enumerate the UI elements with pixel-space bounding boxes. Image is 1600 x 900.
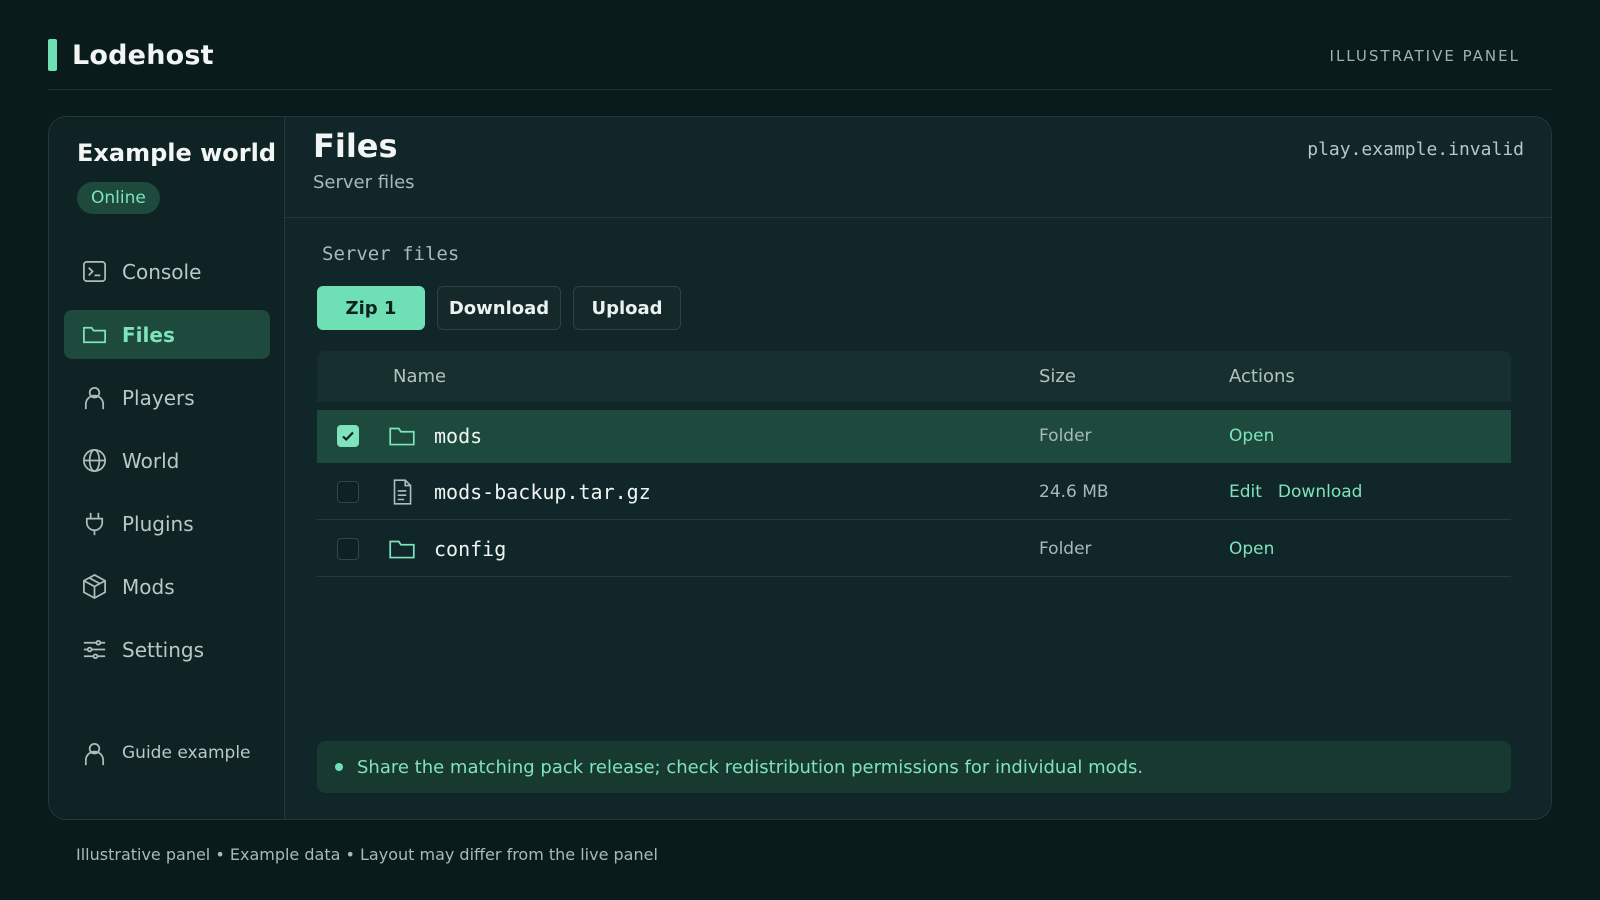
panel-tagline: ILLUSTRATIVE PANEL <box>1329 47 1520 65</box>
open-link[interactable]: Open <box>1229 539 1274 559</box>
row-checkbox[interactable] <box>337 481 359 503</box>
page-title: Files <box>313 127 398 165</box>
info-notice: Share the matching pack release; check r… <box>317 741 1511 793</box>
file-size: 24.6 MB <box>1039 482 1109 502</box>
file-toolbar: Zip 1 Download Upload <box>317 286 693 330</box>
table-row[interactable]: mods Folder Open <box>317 410 1511 463</box>
check-icon <box>342 431 354 442</box>
folder-icon <box>387 421 417 451</box>
terminal-icon <box>80 258 108 286</box>
sidebar-item-label: Players <box>122 385 195 410</box>
row-checkbox[interactable] <box>337 425 359 447</box>
table-row[interactable]: config Folder Open <box>317 522 1511 577</box>
file-size: Folder <box>1039 539 1092 559</box>
row-actions: Open <box>1229 426 1511 446</box>
server-address[interactable]: play.example.invalid <box>1307 139 1524 160</box>
account-menu[interactable]: Guide example <box>80 739 251 767</box>
notice-text: Share the matching pack release; check r… <box>357 756 1144 778</box>
user-icon <box>80 384 108 412</box>
folder-icon <box>80 321 108 349</box>
edit-link[interactable]: Edit <box>1229 482 1262 502</box>
page-header: Files Server files play.example.invalid <box>285 117 1551 218</box>
sidebar-item-label: World <box>122 448 180 473</box>
sidebar-item-label: Console <box>122 259 202 284</box>
file-name-cell: mods-backup.tar.gz <box>393 477 1039 507</box>
folder-icon <box>387 534 417 564</box>
sidebar-item-label: Mods <box>122 574 175 599</box>
sidebar-item-console[interactable]: Console <box>64 247 270 296</box>
column-size[interactable]: Size <box>1039 366 1229 387</box>
sidebar-item-settings[interactable]: Settings <box>64 625 270 674</box>
sliders-icon <box>80 636 108 664</box>
content-area: Files Server files play.example.invalid … <box>285 117 1551 819</box>
column-name[interactable]: Name <box>393 366 1039 387</box>
file-name-cell: config <box>389 534 1039 564</box>
section-label: Server files <box>322 243 460 265</box>
download-button[interactable]: Download <box>437 286 561 330</box>
page-subtitle: Server files <box>313 172 415 193</box>
sidebar-item-label: Files <box>122 322 175 347</box>
row-checkbox[interactable] <box>337 538 359 560</box>
plug-icon <box>80 510 108 538</box>
account-name: Guide example <box>122 743 251 763</box>
main-panel: Example world Online Console Files Playe… <box>48 116 1552 820</box>
footer-note: Illustrative panel • Example data • Layo… <box>76 845 658 864</box>
zip-button[interactable]: Zip 1 <box>317 286 425 330</box>
sidebar: Example world Online Console Files Playe… <box>49 117 285 819</box>
brand-mark <box>48 39 57 71</box>
row-actions: Edit Download <box>1229 482 1511 502</box>
table-row[interactable]: mods-backup.tar.gz 24.6 MB Edit Download <box>317 465 1511 520</box>
sidebar-item-files[interactable]: Files <box>64 310 270 359</box>
row-select-cell <box>317 538 393 560</box>
file-name[interactable]: mods-backup.tar.gz <box>434 480 651 504</box>
sidebar-item-world[interactable]: World <box>64 436 270 485</box>
status-badge: Online <box>77 182 160 214</box>
sidebar-item-label: Settings <box>122 637 205 662</box>
sidebar-nav: Console Files Players World Plugins Mods… <box>64 247 270 688</box>
brand-name: Lodehost <box>72 39 214 71</box>
sidebar-item-plugins[interactable]: Plugins <box>64 499 270 548</box>
server-name: Example world <box>77 139 277 167</box>
row-select-cell <box>317 481 393 503</box>
row-select-cell <box>317 425 393 447</box>
download-link[interactable]: Download <box>1278 482 1363 502</box>
file-name-cell: mods <box>389 421 1039 451</box>
top-bar: Lodehost ILLUSTRATIVE PANEL <box>48 38 1552 90</box>
open-link[interactable]: Open <box>1229 426 1274 446</box>
sidebar-item-mods[interactable]: Mods <box>64 562 270 611</box>
row-actions: Open <box>1229 539 1511 559</box>
globe-icon <box>80 447 108 475</box>
column-actions: Actions <box>1229 366 1295 387</box>
cube-icon <box>80 573 108 601</box>
brand: Lodehost <box>48 38 214 72</box>
file-name[interactable]: mods <box>434 424 482 448</box>
upload-button[interactable]: Upload <box>573 286 681 330</box>
file-icon <box>387 477 417 507</box>
user-icon <box>80 739 108 767</box>
sidebar-item-players[interactable]: Players <box>64 373 270 422</box>
bullet-icon <box>335 763 343 771</box>
file-name[interactable]: config <box>434 537 506 561</box>
table-header: Name Size Actions <box>317 351 1511 402</box>
file-size: Folder <box>1039 426 1092 446</box>
file-table: Name Size Actions mods Folder Open mods-… <box>317 351 1511 577</box>
sidebar-item-label: Plugins <box>122 511 194 536</box>
